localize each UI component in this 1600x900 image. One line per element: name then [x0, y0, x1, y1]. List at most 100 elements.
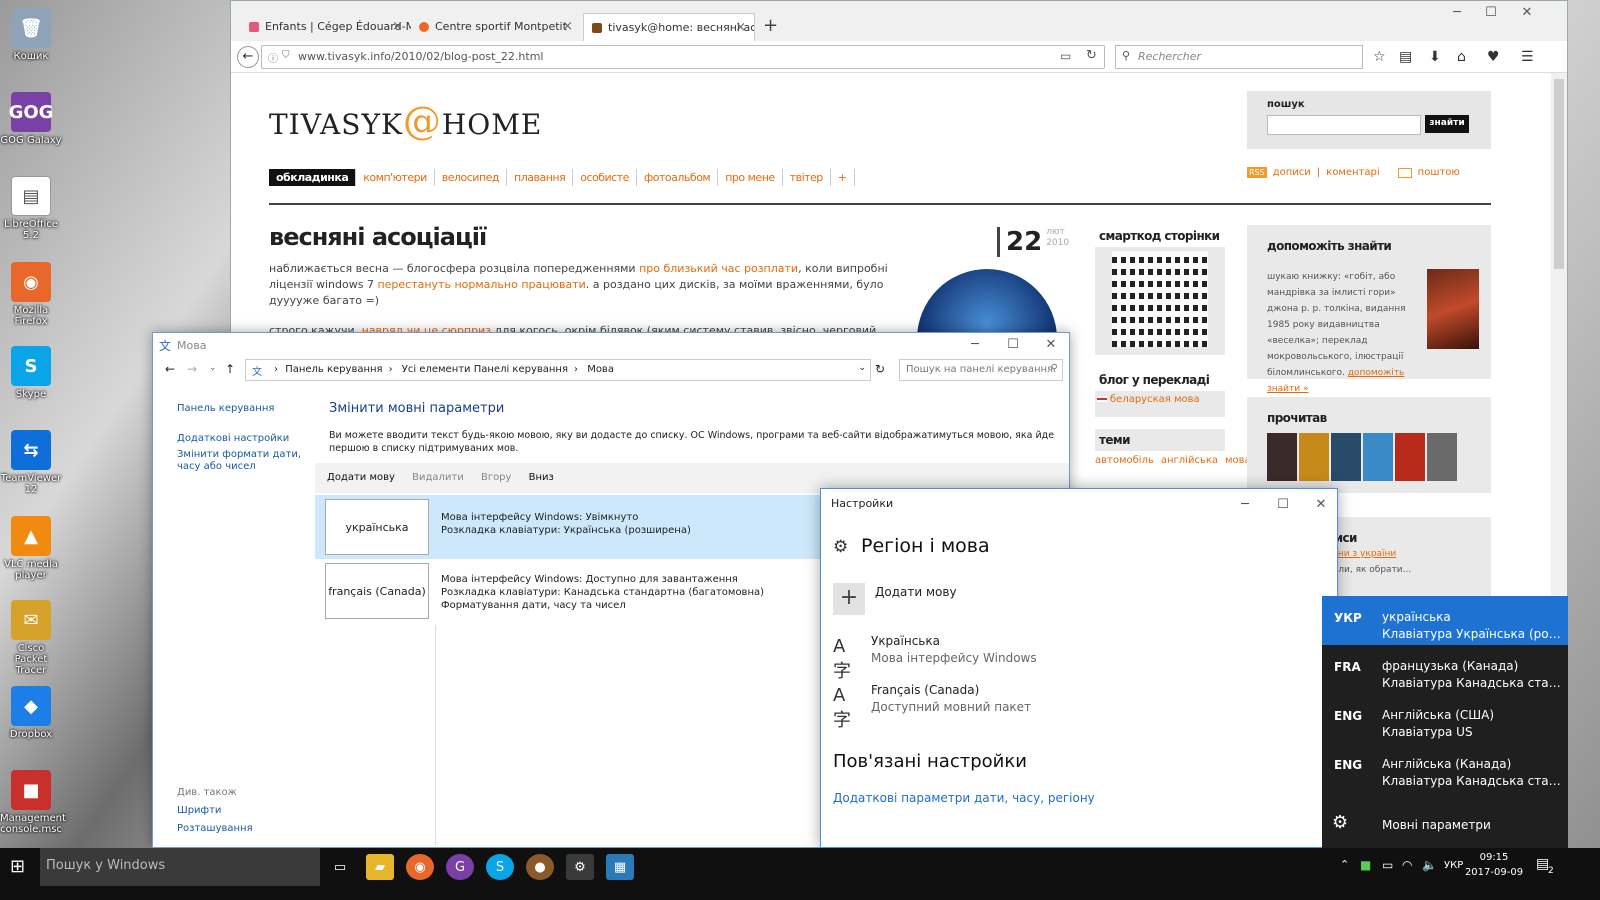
feed-email-link[interactable]: поштою [1418, 167, 1460, 178]
up-icon[interactable]: ↑ [225, 362, 235, 376]
translate-link[interactable]: беларуская мова [1095, 391, 1225, 405]
close-icon[interactable]: ✕ [1303, 493, 1339, 512]
breadcrumb-item[interactable]: Усі елементи Панелі керування [402, 364, 568, 375]
book-cover-image[interactable] [1395, 433, 1425, 481]
refresh-icon[interactable]: ↻ [875, 362, 885, 376]
remove-button[interactable]: Видалити [412, 472, 464, 483]
firefox-icon[interactable]: ◉ [406, 854, 434, 880]
home-icon[interactable]: ⌂ [1457, 49, 1466, 65]
site-logo[interactable]: TIVASYK@HOME [269, 99, 542, 143]
downloads-icon[interactable]: ⬇ [1429, 49, 1441, 65]
clock[interactable]: 09:15 2017-09-09 [1464, 850, 1524, 880]
back-icon[interactable]: ← [165, 362, 175, 376]
reload-icon[interactable]: ↻ [1086, 48, 1097, 63]
tab-centre-sportif[interactable]: Centre sportif Montpetit × [411, 13, 581, 41]
settings-language-french[interactable]: A字 Français (Canada) Доступний мовний па… [833, 683, 1133, 731]
site-search-button[interactable]: знайти [1425, 115, 1469, 133]
move-up-button[interactable]: Вгору [481, 472, 512, 483]
maximize-icon[interactable]: ☐ [995, 333, 1031, 352]
site-menu-item[interactable]: обкладинка [269, 169, 357, 186]
taskbar-search[interactable]: Пошук у Windows [40, 848, 320, 886]
minimize-icon[interactable]: ─ [957, 333, 993, 352]
book-cover-image[interactable] [1267, 433, 1297, 481]
task-view-icon[interactable]: ▭ [326, 854, 354, 880]
feed-comments-link[interactable]: коментарі [1326, 167, 1379, 178]
desktop-icon[interactable]: GOG GOG Galaxy [0, 92, 62, 146]
close-icon[interactable]: ✕ [1509, 1, 1545, 20]
book-cover-image[interactable] [1363, 433, 1393, 481]
post-link[interactable]: перестануть нормально працювати [377, 278, 585, 291]
add-language-button[interactable]: Додати мову [875, 585, 957, 599]
volume-icon[interactable]: 🔈 [1422, 858, 1437, 872]
link-change-formats[interactable]: Змінити формати дати, часу або чисел [177, 449, 309, 473]
tray-app-icon[interactable]: ■ [1360, 858, 1371, 872]
desktop-icon[interactable]: S Skype [0, 346, 62, 400]
flyout-language-item[interactable]: ENG Англійська (США) Клавіатура US [1322, 694, 1568, 743]
settings-language-ukrainian[interactable]: A字 Українська Мова інтерфейсу Windows [833, 634, 1133, 682]
url-bar[interactable]: ⓘ ⛉ www.tivasyk.info/2010/02/blog-post_2… [261, 45, 1105, 69]
book-cover-image[interactable] [1299, 433, 1329, 481]
minimize-icon[interactable]: ─ [1227, 493, 1263, 512]
site-menu-item[interactable]: про мене [718, 169, 783, 186]
flyout-language-item[interactable]: ENG Англійська (Канада) Клавіатура Канадсь… [1322, 743, 1568, 792]
flyout-language-item[interactable]: УКР українська Клавіатура Українська (розш… [1322, 596, 1568, 645]
site-menu-item[interactable]: комп'ютери [356, 169, 435, 186]
site-menu-item[interactable]: + [831, 169, 855, 186]
tracking-shield-icon[interactable]: ⛉ [282, 50, 290, 61]
desktop-icon[interactable]: ◉ Mozilla Firefox [0, 262, 62, 327]
bookmark-star-icon[interactable]: ☆ [1373, 49, 1386, 65]
info-icon[interactable]: ⓘ [268, 50, 278, 65]
link-control-panel[interactable]: Панель керування [177, 403, 274, 414]
skype-icon[interactable]: S [486, 854, 514, 880]
minimize-icon[interactable]: ─ [1439, 1, 1475, 20]
topic-tag[interactable]: автомобіль [1095, 455, 1154, 466]
chevron-down-icon[interactable]: ⌄ [858, 363, 866, 373]
tab-tivasyk[interactable]: tivasyk@home: весняні асоц × [583, 13, 755, 41]
input-language-indicator[interactable]: УКР [1444, 860, 1463, 871]
language-preferences-item[interactable]: ⚙ Мовні параметри [1322, 800, 1568, 849]
site-search-input[interactable] [1267, 115, 1421, 135]
maximize-icon[interactable]: ☐ [1473, 1, 1509, 20]
site-menu-item[interactable]: фотоальбом [637, 169, 719, 186]
desktop-icon[interactable]: ✉ Cisco Packet Tracer [0, 600, 62, 676]
flyout-language-item[interactable]: FRA французька (Канада) Клавіатура Канадсь… [1322, 645, 1568, 694]
pocket-icon[interactable]: ♥ [1487, 49, 1500, 65]
app-icon[interactable]: ● [526, 854, 554, 880]
close-tab-icon[interactable]: × [392, 19, 403, 34]
feed-posts-link[interactable]: дописи [1273, 167, 1311, 178]
desktop-icon[interactable]: ▤ LibreOffice 5.2 [0, 176, 62, 241]
desktop-icon[interactable]: 🗑 Кошик [0, 8, 62, 62]
reader-view-icon[interactable]: ▭ [1060, 49, 1071, 63]
book-cover-image[interactable] [1331, 433, 1361, 481]
battery-icon[interactable]: ▭ [1382, 858, 1393, 872]
wifi-icon[interactable]: ◠ [1402, 858, 1412, 872]
close-tab-icon[interactable]: × [735, 20, 746, 35]
move-down-button[interactable]: Вниз [529, 472, 554, 483]
link-location[interactable]: Розташування [177, 823, 253, 834]
desktop-icon[interactable]: ⇆ TeamViewer 12 [0, 430, 62, 495]
breadcrumb-item[interactable]: Панель керування [285, 364, 382, 375]
site-menu-item[interactable]: особисте [573, 169, 637, 186]
bookmarks-list-icon[interactable]: ▤ [1399, 49, 1412, 65]
new-tab-button[interactable]: + [763, 15, 778, 36]
breadcrumb-item[interactable]: Мова [587, 364, 614, 375]
site-menu-item[interactable]: плавання [507, 169, 574, 186]
control-panel-taskbar-icon[interactable]: ▦ [606, 854, 634, 880]
search-field[interactable]: ⚲ Rechercher [1115, 45, 1363, 69]
scroll-thumb[interactable] [1554, 79, 1564, 269]
start-windows-icon[interactable]: ⊞ [10, 856, 25, 877]
maximize-icon[interactable]: ☐ [1265, 493, 1301, 512]
post-title[interactable]: весняні асоціації [269, 223, 487, 251]
additional-date-settings-link[interactable]: Додаткові параметри дати, часу, регіону [833, 791, 1095, 805]
gog-icon[interactable]: G [446, 854, 474, 880]
post-link[interactable]: про близький час розплати [639, 262, 798, 275]
breadcrumb[interactable]: 文 › Панель керування › Усі елементи Панел… [245, 359, 871, 381]
add-icon[interactable]: + [833, 583, 865, 615]
file-explorer-icon[interactable]: ▰ [366, 854, 394, 880]
tab-enfants[interactable]: Enfants | Cégep Édouard-Mo × [241, 13, 411, 41]
link-advanced-settings[interactable]: Додаткові настройки [177, 433, 289, 444]
site-menu-item[interactable]: велосипед [435, 169, 508, 186]
close-tab-icon[interactable]: × [562, 19, 573, 34]
control-panel-search[interactable]: Пошук на панелі керування ⚲ [899, 359, 1063, 381]
back-icon[interactable]: ← [237, 46, 259, 68]
